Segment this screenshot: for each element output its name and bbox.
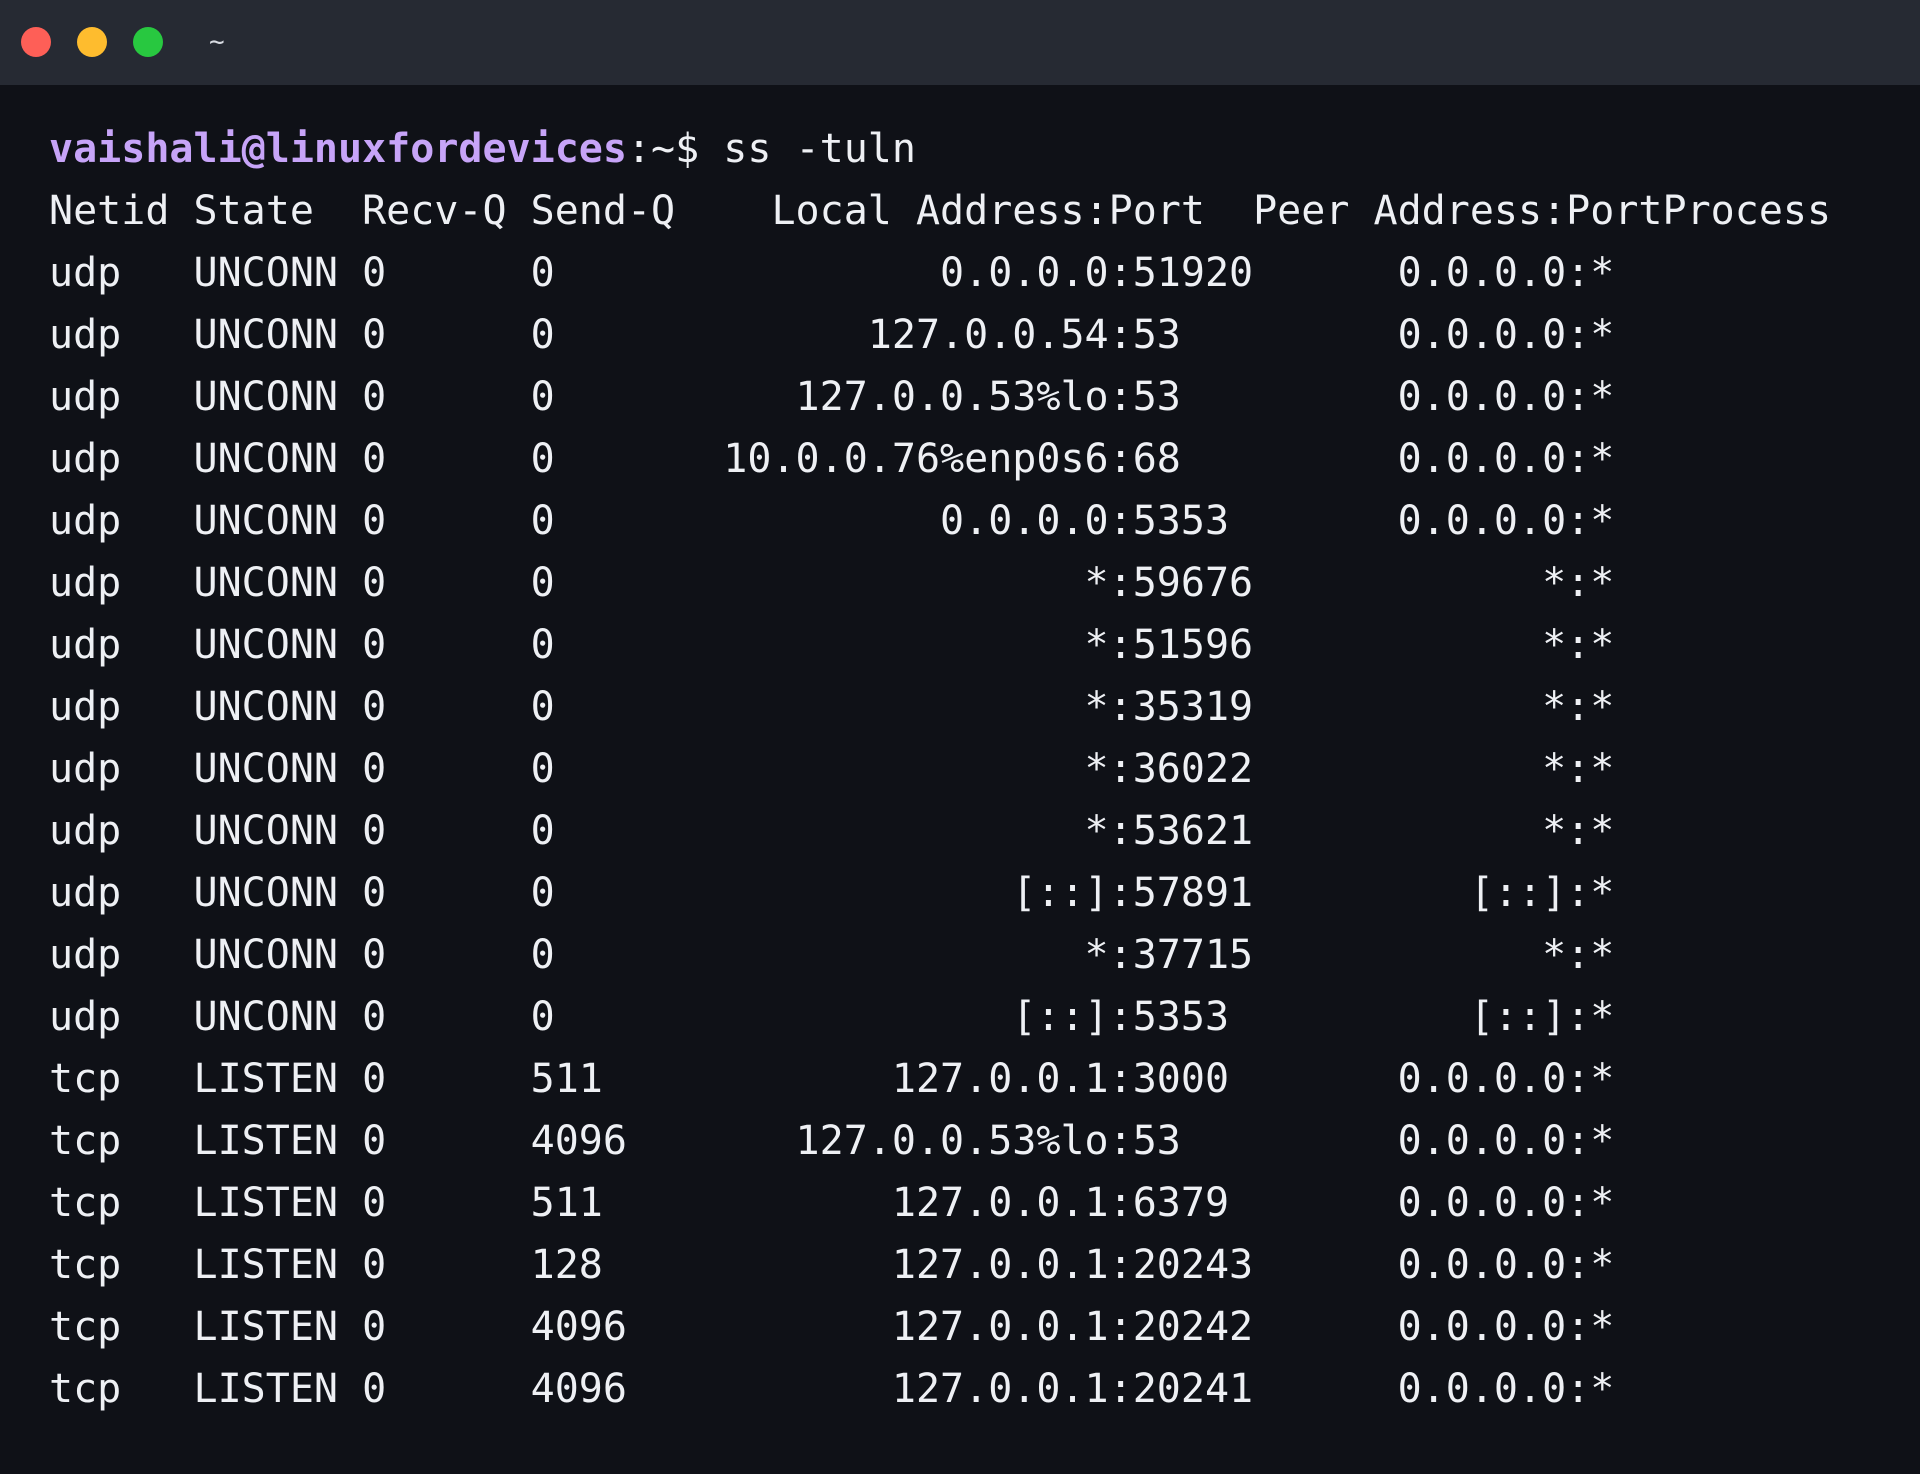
table-row: tcp LISTEN 0 4096 127.0.0.1:20241 0.0.0.… [49,1366,1615,1412]
table-row: udp UNCONN 0 0 0.0.0.0:51920 0.0.0.0:* [49,250,1615,296]
table-row: udp UNCONN 0 0 *:59676 *:* [49,560,1615,606]
table-row: tcp LISTEN 0 4096 127.0.0.1:20242 0.0.0.… [49,1304,1615,1350]
terminal-window: ~ vaishali@linuxfordevices:~$ ss -tuln N… [0,0,1920,1474]
close-button[interactable] [21,27,51,57]
table-row: tcp LISTEN 0 4096 127.0.0.53%lo:53 0.0.0… [49,1118,1615,1164]
table-row: udp UNCONN 0 0 [::]:5353 [::]:* [49,994,1615,1040]
table-row: udp UNCONN 0 0 *:36022 *:* [49,746,1615,792]
prompt-path-symbol: :~$ [626,126,700,172]
table-row: udp UNCONN 0 0 *:51596 *:* [49,622,1615,668]
zoom-button[interactable] [133,27,163,57]
table-row: udp UNCONN 0 0 10.0.0.76%enp0s6:68 0.0.0… [49,436,1615,482]
table-row: udp UNCONN 0 0 127.0.0.53%lo:53 0.0.0.0:… [49,374,1615,420]
table-row: udp UNCONN 0 0 0.0.0.0:5353 0.0.0.0:* [49,498,1615,544]
title-bar[interactable]: ~ [0,0,1920,85]
table-row: udp UNCONN 0 0 *:53621 *:* [49,808,1615,854]
table-row: tcp LISTEN 0 128 127.0.0.1:20243 0.0.0.0… [49,1242,1615,1288]
prompt-user-host: vaishali@linuxfordevices [49,126,627,172]
window-title: ~ [209,27,225,57]
minimize-button[interactable] [77,27,107,57]
table-row: tcp LISTEN 0 511 127.0.0.1:3000 0.0.0.0:… [49,1056,1615,1102]
prompt-command: ss -tuln [699,126,916,172]
prompt-line: vaishali@linuxfordevices:~$ ss -tuln [49,118,1899,180]
table-row: udp UNCONN 0 0 [::]:57891 [::]:* [49,870,1615,916]
table-row: udp UNCONN 0 0 *:35319 *:* [49,684,1615,730]
table-row: udp UNCONN 0 0 127.0.0.54:53 0.0.0.0:* [49,312,1615,358]
table-header: Netid State Recv-Q Send-Q Local Address:… [49,188,1832,234]
table-row: tcp LISTEN 0 511 127.0.0.1:6379 0.0.0.0:… [49,1180,1615,1226]
table-row: udp UNCONN 0 0 *:37715 *:* [49,932,1615,978]
terminal-output[interactable]: vaishali@linuxfordevices:~$ ss -tuln Net… [49,118,1899,1420]
